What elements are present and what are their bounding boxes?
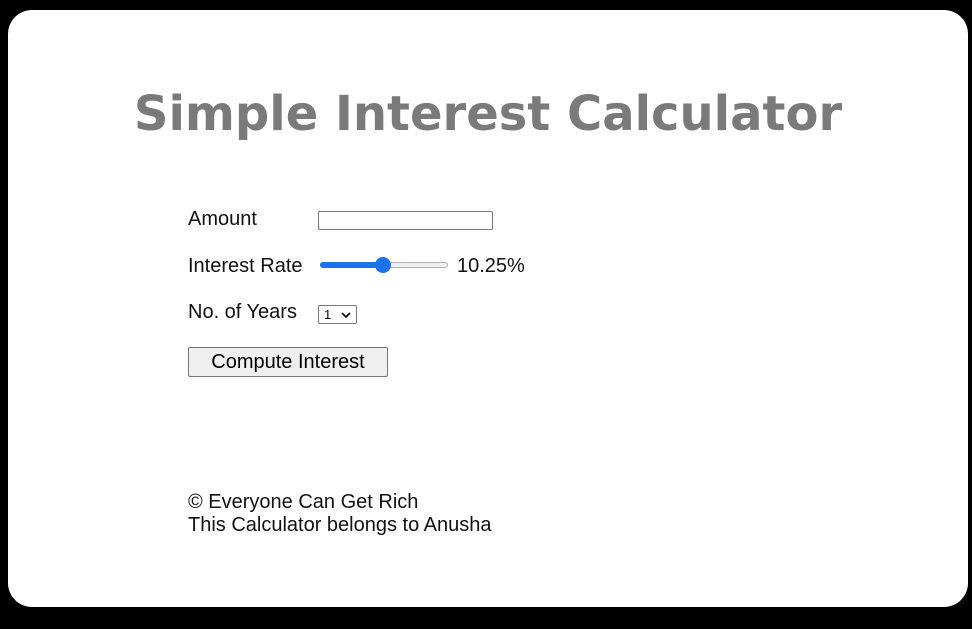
amount-input[interactable] [318, 211, 493, 230]
years-select[interactable]: 1 [318, 305, 357, 324]
interest-rate-value: 10.25% [457, 255, 525, 277]
interest-rate-slider[interactable] [320, 256, 448, 274]
footer-owner: This Calculator belongs to Anusha [188, 514, 492, 536]
slider-thumb[interactable] [374, 257, 391, 273]
chevron-down-icon [341, 312, 351, 319]
interest-rate-label: Interest Rate [188, 255, 303, 277]
calculator-card: Simple Interest Calculator Amount Intere… [8, 10, 968, 607]
compute-interest-button[interactable]: Compute Interest [188, 347, 388, 377]
amount-label: Amount [188, 208, 257, 230]
years-selected-value: 1 [324, 307, 332, 322]
footer-copyright: © Everyone Can Get Rich [188, 491, 419, 513]
years-label: No. of Years [188, 301, 297, 323]
page-title: Simple Interest Calculator [133, 86, 843, 142]
slider-fill [320, 262, 383, 268]
